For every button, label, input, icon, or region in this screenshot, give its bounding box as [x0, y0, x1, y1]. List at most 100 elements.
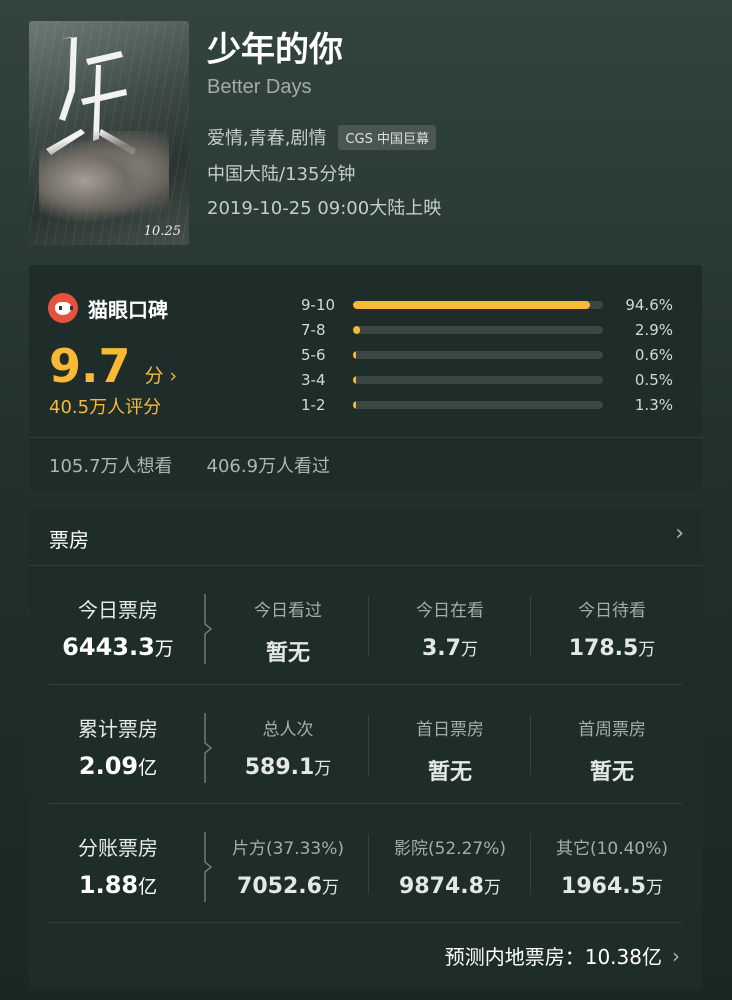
dist-track: [353, 325, 603, 334]
value-number: 暂无: [265, 641, 310, 666]
raters-count: 40.5万人评分: [49, 397, 162, 418]
movie-genres-line: 爱情,青春,剧情 CGS 中国巨幕: [207, 124, 436, 150]
chevron-right-icon: ›: [672, 943, 680, 968]
sub-value: 1964.5万: [531, 873, 693, 899]
boxoffice-row-today: 今日票房 6443.3万 今日看过 暂无 今日在看 3.7万 今日待看 178.…: [29, 566, 702, 684]
rating-score[interactable]: 9.7 分 ›: [49, 339, 177, 393]
value-number: 589.1: [244, 755, 315, 780]
dist-range: 7-8: [301, 320, 326, 339]
boxoffice-sub: 总人次 589.1万: [207, 715, 369, 780]
score-value: 9.7: [49, 339, 131, 393]
boxoffice-main: 今日票房 6443.3万: [29, 594, 207, 661]
dist-track: [353, 375, 603, 384]
movie-english-title: Better Days: [207, 76, 312, 98]
boxoffice-header[interactable]: 票房: [49, 524, 89, 553]
value-unit: 万: [638, 640, 656, 660]
sub-value: 589.1万: [207, 754, 369, 780]
dist-range: 3-4: [301, 370, 326, 389]
value-number: 178.5: [568, 636, 639, 661]
poster-faces: [39, 131, 169, 231]
dist-percent: 1.3%: [634, 395, 673, 414]
rating-distribution: 9-10 94.6% 7-8 2.9% 5-6 0.6% 3-4 0.5% 1-…: [301, 292, 681, 417]
boxoffice-main-label: 今日票房: [78, 598, 158, 622]
row-divider: [49, 922, 682, 923]
boxoffice-main-label: 累计票房: [78, 717, 158, 741]
dist-track: [353, 350, 603, 359]
dist-track: [353, 300, 603, 309]
boxoffice-main: 分账票房 1.88亿: [29, 832, 207, 899]
sub-label: 首日票房: [416, 720, 484, 740]
sub-label: 其它(10.40%): [555, 839, 669, 859]
poster-date: 10.25: [143, 224, 181, 239]
score-unit: 分: [144, 365, 164, 387]
boxoffice-sub: 首日票房 暂无: [369, 715, 531, 786]
value-number: 2.09: [78, 752, 139, 780]
sub-value: 178.5万: [531, 635, 693, 661]
sub-value: 9874.8万: [369, 873, 531, 899]
dist-range: 5-6: [301, 345, 326, 364]
value-number: 9874.8: [399, 874, 484, 899]
value-number: 3.7: [422, 636, 461, 661]
want-to-see-count: 105.7万人想看: [49, 456, 173, 477]
value-number: 7052.6: [237, 874, 322, 899]
value-number: 1.88: [78, 871, 139, 899]
dist-percent: 2.9%: [634, 320, 673, 339]
forecast-link[interactable]: 预测内地票房：10.38亿 ›: [445, 941, 680, 970]
sub-value: 3.7万: [369, 635, 531, 661]
dist-fill: [353, 400, 357, 409]
value-unit: 亿: [138, 757, 158, 779]
dist-row: 9-10 94.6%: [301, 292, 681, 317]
dist-row: 5-6 0.6%: [301, 342, 681, 367]
movie-region-duration: 中国大陆/135分钟: [207, 164, 356, 185]
value-unit: 亿: [138, 876, 158, 898]
boxoffice-sub: 影院(52.27%) 9874.8万: [369, 834, 531, 899]
boxoffice-main-value: 2.09亿: [29, 752, 207, 780]
sub-value: 暂无: [207, 635, 369, 667]
boxoffice-main-value: 1.88亿: [29, 871, 207, 899]
audience-stats: 105.7万人想看 406.9万人看过: [49, 452, 330, 478]
value-number: 1964.5: [561, 874, 646, 899]
boxoffice-sub: 今日在看 3.7万: [369, 596, 531, 661]
dist-percent: 94.6%: [625, 295, 673, 314]
value-unit: 万: [483, 878, 501, 898]
dist-fill: [353, 325, 361, 334]
boxoffice-main-label: 分账票房: [78, 836, 158, 860]
movie-title: 少年的你: [207, 30, 343, 70]
dist-row: 7-8 2.9%: [301, 317, 681, 342]
sub-label: 今日看过: [254, 601, 322, 621]
value-number: 暂无: [589, 760, 634, 785]
rating-divider: [29, 437, 702, 438]
boxoffice-main-value: 6443.3万: [29, 633, 207, 661]
boxoffice-card: 票房 › 今日票房 6443.3万 今日看过 暂无 今日在看 3.7万 今日待看…: [29, 507, 702, 989]
value-unit: 万: [460, 640, 478, 660]
format-tag: CGS 中国巨幕: [338, 124, 436, 150]
movie-poster[interactable]: 10.25: [29, 21, 189, 245]
value-number: 暂无: [427, 760, 472, 785]
dist-range: 1-2: [301, 395, 326, 414]
chevron-right-icon: ›: [169, 365, 178, 387]
dist-row: 3-4 0.5%: [301, 367, 681, 392]
boxoffice-row-split: 分账票房 1.88亿 片方(37.33%) 7052.6万 影院(52.27%)…: [29, 804, 702, 922]
movie-genres: 爱情,青春,剧情: [207, 128, 327, 149]
sub-value: 暂无: [531, 754, 693, 786]
maoyan-cat-icon: [48, 293, 78, 323]
dist-fill: [353, 375, 356, 384]
movie-header: 10.25 少年的你 Better Days 爱情,青春,剧情 CGS 中国巨幕…: [0, 0, 732, 260]
boxoffice-sub: 今日看过 暂无: [207, 596, 369, 667]
chevron-right-icon[interactable]: ›: [675, 521, 684, 546]
sub-label: 首周票房: [578, 720, 646, 740]
boxoffice-sub: 首周票房 暂无: [531, 715, 693, 786]
boxoffice-sub: 其它(10.40%) 1964.5万: [531, 834, 693, 899]
rating-card: 猫眼口碑 9.7 分 › 40.5万人评分 9-10 94.6% 7-8 2.9…: [29, 265, 702, 491]
sub-value: 暂无: [369, 754, 531, 786]
dist-fill: [353, 350, 356, 359]
dist-range: 9-10: [301, 295, 336, 314]
sub-label: 总人次: [262, 720, 314, 740]
rating-brand-name: 猫眼口碑: [88, 297, 168, 322]
value-unit: 万: [645, 878, 663, 898]
boxoffice-main: 累计票房 2.09亿: [29, 713, 207, 780]
rating-brand: 猫眼口碑: [48, 293, 168, 323]
dist-fill: [353, 300, 590, 309]
boxoffice-sub: 今日待看 178.5万: [531, 596, 693, 661]
movie-release: 2019-10-25 09:00大陆上映: [207, 198, 442, 219]
